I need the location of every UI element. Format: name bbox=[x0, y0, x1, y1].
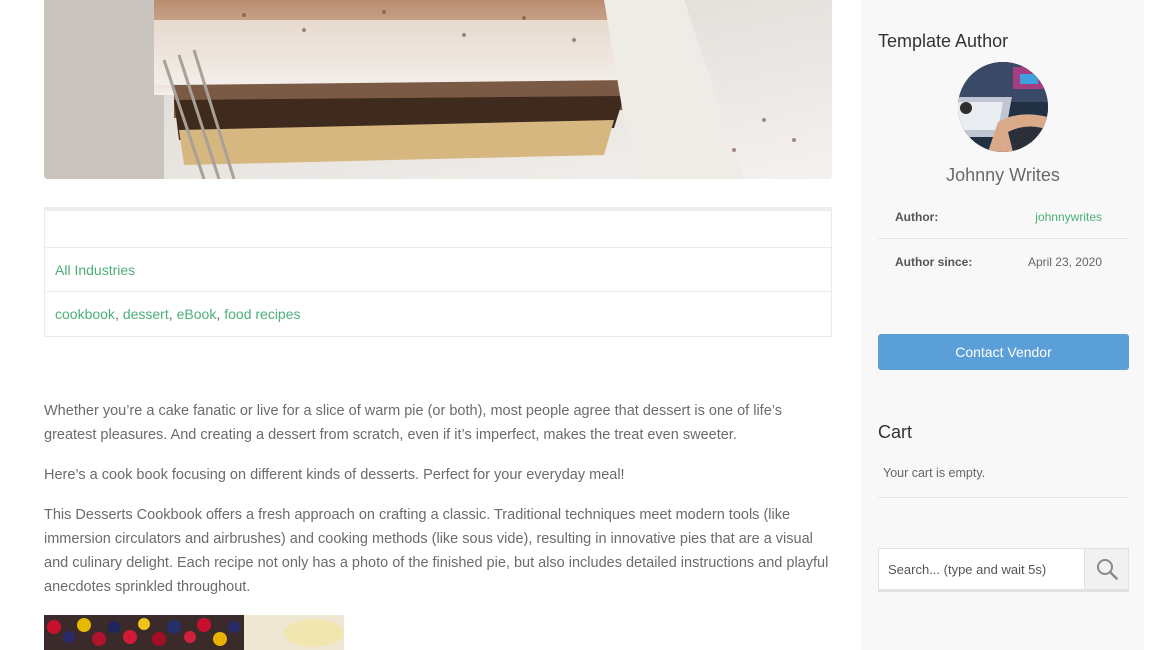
tag-separator: , bbox=[114, 306, 119, 322]
berry-dessert-image bbox=[44, 615, 344, 650]
tag-separator: , bbox=[216, 306, 221, 322]
contact-vendor-button[interactable]: Contact Vendor bbox=[878, 334, 1129, 370]
search-form bbox=[878, 548, 1129, 592]
cart-empty-message: Your cart is empty. bbox=[883, 466, 986, 480]
tag-link-dessert[interactable]: dessert bbox=[123, 306, 169, 322]
author-info-row: Author: johnnywrites bbox=[878, 195, 1128, 239]
divider bbox=[878, 497, 1129, 498]
search-button[interactable] bbox=[1084, 549, 1128, 589]
meta-row-category: All Industries bbox=[45, 248, 831, 292]
description-paragraph: Here’s a cook book focusing on different… bbox=[44, 467, 625, 483]
author-name: Johnny Writes bbox=[946, 165, 1060, 185]
search-input[interactable] bbox=[879, 549, 1084, 589]
meta-row-tags: cookbook, dessert, eBook, food recipes bbox=[45, 292, 831, 336]
author-profile-link[interactable]: johnnywrites bbox=[1035, 210, 1102, 224]
tag-link-cookbook[interactable]: cookbook bbox=[55, 306, 115, 322]
sidebar: Template Author Johnny Writes Author: jo… bbox=[861, 0, 1144, 650]
description-paragraph: Whether you’re a cake fanatic or live fo… bbox=[44, 403, 782, 443]
author-since-label: Author since: bbox=[895, 255, 973, 269]
product-meta-table: All Industries cookbook, dessert, eBook,… bbox=[44, 207, 832, 337]
product-hero-image bbox=[44, 0, 832, 179]
meta-row-empty bbox=[45, 211, 831, 248]
description-paragraph: This Desserts Cookbook offers a fresh ap… bbox=[44, 507, 829, 595]
author-since-value: April 23, 2020 bbox=[1027, 255, 1102, 269]
avatar bbox=[958, 62, 1048, 152]
author-photo bbox=[958, 62, 1048, 152]
widget-title-cart: Cart bbox=[878, 422, 913, 442]
tag-separator: , bbox=[168, 306, 173, 322]
author-label: Author: bbox=[895, 209, 939, 224]
search-icon bbox=[1096, 559, 1118, 580]
widget-title-template-author: Template Author bbox=[878, 31, 1009, 51]
dessert-slice-image bbox=[44, 0, 832, 179]
category-link[interactable]: All Industries bbox=[55, 262, 135, 278]
author-since-row: Author since: April 23, 2020 bbox=[878, 240, 1128, 284]
tag-link-ebook[interactable]: eBook bbox=[177, 306, 217, 322]
tag-link-food-recipes[interactable]: food recipes bbox=[224, 306, 300, 322]
